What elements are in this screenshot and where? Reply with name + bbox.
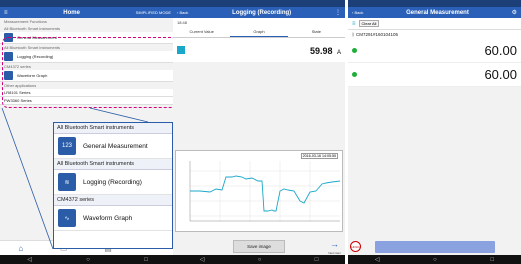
phone-general: ‹ Back General Measurement ⚙ ≡ Clear All… xyxy=(348,0,521,264)
measure-button[interactable] xyxy=(374,240,495,253)
time-label: 18:48 xyxy=(173,18,345,27)
bottom-bar xyxy=(348,238,521,255)
tab-bar: Current Value Graph State xyxy=(173,27,345,38)
hold-button[interactable]: HOLD xyxy=(350,241,361,252)
zoom-item-logging[interactable]: ≋ Logging (Recording) xyxy=(54,170,172,195)
current-value: 59.98 xyxy=(310,46,333,56)
phone-logging: ‹ Back Logging (Recording) ⋮ 18:48 Curre… xyxy=(173,0,345,264)
measurement-value: 60.00 xyxy=(484,43,517,58)
back-nav-icon[interactable]: ◁ xyxy=(200,256,205,263)
logging-icon: ≋ xyxy=(58,173,76,191)
measurement-value: 60.00 xyxy=(484,67,517,82)
list-icon[interactable]: ≡ xyxy=(352,21,356,27)
zoom-item-general[interactable]: 123 General Measurement xyxy=(54,134,172,159)
recent-nav-icon[interactable]: □ xyxy=(315,257,319,263)
status-bar xyxy=(173,0,345,7)
tab-graph[interactable]: Graph xyxy=(230,27,288,37)
callout-line xyxy=(89,107,149,123)
clear-all-button[interactable]: Clear All xyxy=(358,20,380,27)
back-nav-icon[interactable]: ◁ xyxy=(375,256,380,263)
screenshot: ≡ Home SIMPLIFIED MODE Measurement Funct… xyxy=(0,0,521,264)
trend-line xyxy=(190,175,341,212)
status-dot-icon xyxy=(352,72,357,77)
meter-icon: 123 xyxy=(58,137,76,155)
back-label: Back xyxy=(179,10,189,15)
tab-current-value[interactable]: Current Value xyxy=(173,27,230,37)
zoom-item-label: Logging (Recording) xyxy=(83,178,142,186)
recent-nav-icon[interactable]: □ xyxy=(491,257,495,263)
system-nav: ◁ ○ □ xyxy=(348,255,521,264)
value-row: 59.98 A xyxy=(173,38,345,62)
unit-label: A xyxy=(336,50,341,56)
app-header: ‹ Back General Measurement ⚙ xyxy=(348,7,521,18)
back-label: Back xyxy=(354,10,364,15)
page-title: General Measurement xyxy=(406,9,469,16)
value-display: 59.98 A xyxy=(310,41,341,59)
home-nav-icon[interactable]: ○ xyxy=(258,257,262,263)
back-button[interactable]: ‹ Back xyxy=(352,10,363,15)
timestamp-label: 2016-03-16 14:05:55 xyxy=(300,153,338,159)
measurement-row[interactable]: 60.00 xyxy=(348,39,521,63)
back-button[interactable]: ‹ Back xyxy=(177,10,188,15)
status-dot-icon xyxy=(352,48,357,53)
section-label: CM4372 series xyxy=(54,195,172,206)
system-nav: ◁ ○ □ xyxy=(173,255,345,264)
trend-graph[interactable]: 2016-03-16 14:05:55 xyxy=(175,150,343,232)
measurement-row[interactable]: 60.00 xyxy=(348,63,521,87)
home-nav-icon[interactable]: ○ xyxy=(433,257,437,263)
arrow-right-icon[interactable]: → xyxy=(330,239,339,249)
tab-state[interactable]: State xyxy=(288,27,345,37)
page-title: Logging (Recording) xyxy=(232,9,292,16)
section-label: All Bluetooth Smart instruments xyxy=(54,159,172,170)
zoom-item-label: Waveform Graph xyxy=(83,214,133,222)
app-header: ‹ Back Logging (Recording) ⋮ xyxy=(173,7,345,18)
status-bar xyxy=(348,0,521,7)
waveform-icon: ∿ xyxy=(58,209,76,227)
channel-swatch xyxy=(177,46,185,54)
device-id-label: CM7291#160104105 xyxy=(355,32,398,37)
zoom-panel: All Bluetooth Smart instruments 123 Gene… xyxy=(53,122,173,249)
section-label: All Bluetooth Smart instruments xyxy=(54,123,172,134)
gear-icon[interactable]: ⚙ xyxy=(512,9,517,16)
zoom-item-label: General Measurement xyxy=(83,142,148,150)
zoom-item-waveform[interactable]: ∿ Waveform Graph xyxy=(54,206,172,231)
menu-icon[interactable]: ⋮ xyxy=(335,9,341,16)
toolbar: ≡ Clear All xyxy=(348,18,521,30)
save-image-button[interactable]: Save image xyxy=(233,240,285,253)
device-id: ᛒ CM7291#160104105 xyxy=(348,30,521,39)
graph-svg xyxy=(189,161,341,222)
callout-line xyxy=(1,107,54,250)
